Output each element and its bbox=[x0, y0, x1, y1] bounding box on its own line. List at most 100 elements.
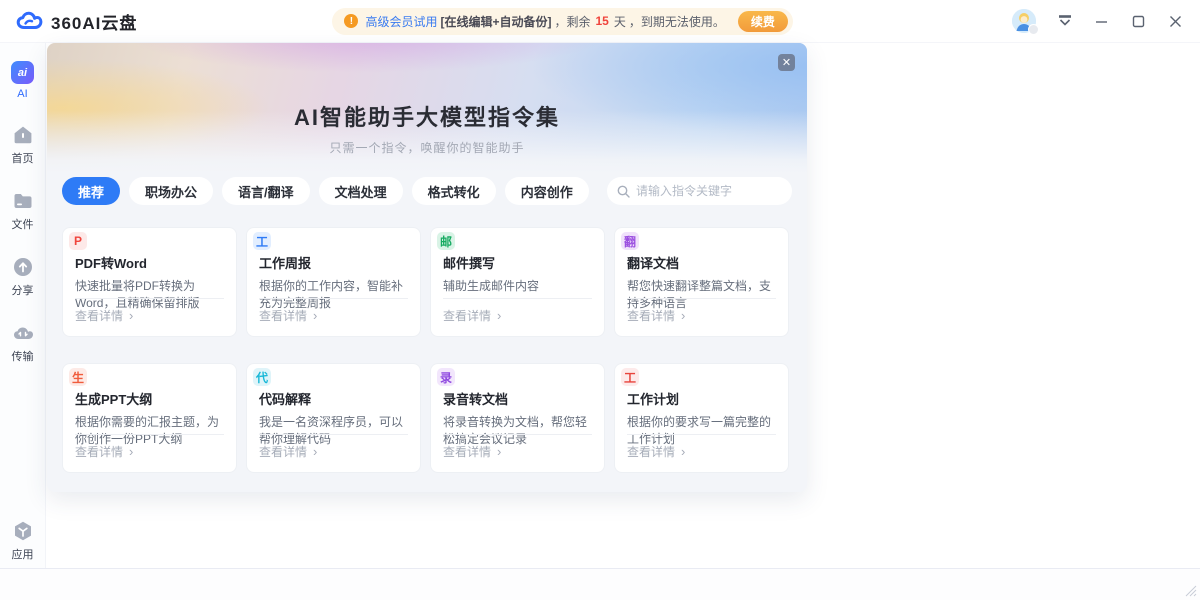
cloud-logo-icon bbox=[16, 11, 43, 32]
card-weekly-report[interactable]: 工 工作周报 根据你的工作内容，智能补充为完整周报 查看详情› bbox=[246, 227, 421, 337]
view-details-link[interactable]: 查看详情› bbox=[627, 307, 685, 324]
card-email-writing[interactable]: 邮 邮件撰写 辅助生成邮件内容 查看详情› bbox=[430, 227, 605, 337]
chevron-right-icon: › bbox=[497, 308, 501, 323]
ai-assistant-panel: AI智能助手大模型指令集 只需一个指令，唤醒你的智能助手 ✕ 推荐 职场办公 语… bbox=[47, 43, 807, 492]
card-badge: 录 bbox=[437, 368, 455, 386]
tab-format-conversion[interactable]: 格式转化 bbox=[412, 177, 496, 205]
sidebar-label: 首页 bbox=[12, 150, 34, 166]
view-details-link[interactable]: 查看详情› bbox=[259, 307, 317, 324]
card-divider bbox=[627, 298, 776, 299]
app-title: 360AI云盘 bbox=[51, 9, 137, 34]
tab-workplace[interactable]: 职场办公 bbox=[129, 177, 213, 205]
trial-link[interactable]: 高级会员试用 bbox=[365, 13, 437, 30]
card-divider bbox=[627, 434, 776, 435]
remain-prefix: ，剩余 bbox=[554, 13, 590, 30]
tray-icon[interactable] bbox=[1057, 13, 1073, 29]
panel-close-icon[interactable]: ✕ bbox=[778, 54, 795, 71]
command-card-grid: P PDF转Word 快速批量将PDF转换为Word，且精确保留排版 查看详情›… bbox=[62, 227, 789, 473]
card-ppt-outline[interactable]: 生 生成PPT大纲 根据你需要的汇报主题，为你创作一份PPT大纲 查看详情› bbox=[62, 363, 237, 473]
panel-title: AI智能助手大模型指令集 bbox=[47, 100, 807, 132]
card-badge: 代 bbox=[253, 368, 271, 386]
sidebar-item-files[interactable]: 文件 bbox=[12, 190, 34, 232]
remain-unit: 天 bbox=[614, 13, 626, 30]
search-icon bbox=[617, 185, 630, 198]
status-bar bbox=[0, 568, 1200, 600]
window-controls bbox=[1012, 9, 1184, 33]
sidebar-item-home[interactable]: 首页 bbox=[12, 124, 34, 166]
card-translate-document[interactable]: 翻 翻译文档 帮您快速翻译整篇文档，支持多种语言 查看详情› bbox=[614, 227, 789, 337]
chevron-right-icon: › bbox=[129, 308, 133, 323]
card-title: 工作周报 bbox=[259, 253, 408, 272]
view-details-link[interactable]: 查看详情› bbox=[259, 443, 317, 460]
trial-detail: [在线编辑+自动备份] bbox=[440, 13, 551, 30]
renew-button[interactable]: 续费 bbox=[738, 11, 788, 32]
app-logo: 360AI云盘 bbox=[16, 9, 137, 34]
search-input[interactable] bbox=[636, 184, 782, 198]
sidebar-label: 分享 bbox=[12, 282, 34, 298]
card-divider bbox=[75, 298, 224, 299]
card-badge: P bbox=[69, 232, 87, 250]
minimize-icon[interactable] bbox=[1094, 13, 1110, 29]
panel-banner: AI智能助手大模型指令集 只需一个指令，唤醒你的智能助手 ✕ bbox=[47, 43, 807, 173]
maximize-icon[interactable] bbox=[1131, 13, 1147, 29]
card-title: 生成PPT大纲 bbox=[75, 389, 224, 408]
card-divider bbox=[443, 434, 592, 435]
home-icon bbox=[12, 124, 34, 146]
sidebar-item-transfer[interactable]: 传输 bbox=[12, 322, 34, 364]
chevron-right-icon: › bbox=[313, 308, 317, 323]
sidebar-label: AI bbox=[17, 88, 27, 100]
card-divider bbox=[259, 298, 408, 299]
tab-document-processing[interactable]: 文档处理 bbox=[319, 177, 403, 205]
chevron-right-icon: › bbox=[129, 444, 133, 459]
card-title: 录音转文档 bbox=[443, 389, 592, 408]
view-details-link[interactable]: 查看详情› bbox=[75, 307, 133, 324]
card-badge: 工 bbox=[253, 232, 271, 250]
sidebar-item-ai[interactable]: ai AI bbox=[11, 61, 34, 100]
folder-icon bbox=[12, 190, 34, 212]
card-code-explain[interactable]: 代 代码解释 我是一名资深程序员，可以帮你理解代码 查看详情› bbox=[246, 363, 421, 473]
tab-content-creation[interactable]: 内容创作 bbox=[505, 177, 589, 205]
card-divider bbox=[75, 434, 224, 435]
card-audio-to-doc[interactable]: 录 录音转文档 将录音转换为文档，帮您轻松搞定会议记录 查看详情› bbox=[430, 363, 605, 473]
card-divider bbox=[443, 298, 592, 299]
card-badge: 生 bbox=[69, 368, 87, 386]
chevron-right-icon: › bbox=[681, 444, 685, 459]
view-details-link[interactable]: 查看详情› bbox=[75, 443, 133, 460]
remain-days: 15 bbox=[596, 14, 609, 28]
tab-language-translate[interactable]: 语言/翻译 bbox=[222, 177, 310, 205]
view-details-link[interactable]: 查看详情› bbox=[443, 443, 501, 460]
card-badge: 工 bbox=[621, 368, 639, 386]
view-details-link[interactable]: 查看详情› bbox=[443, 307, 501, 324]
resize-grip-icon[interactable] bbox=[1185, 585, 1197, 597]
search-box[interactable] bbox=[607, 177, 792, 205]
sidebar-item-share[interactable]: 分享 bbox=[12, 256, 34, 298]
share-icon bbox=[12, 256, 34, 278]
view-details-link[interactable]: 查看详情› bbox=[627, 443, 685, 460]
titlebar: 360AI云盘 ! 高级会员试用 [在线编辑+自动备份] ，剩余 15 天 ，到… bbox=[0, 0, 1200, 43]
category-toolbar: 推荐 职场办公 语言/翻译 文档处理 格式转化 内容创作 bbox=[62, 177, 792, 205]
close-icon[interactable] bbox=[1168, 13, 1184, 29]
vip-badge-icon bbox=[1028, 24, 1039, 35]
apps-icon bbox=[12, 520, 34, 542]
sidebar-label: 传输 bbox=[12, 348, 34, 364]
transfer-icon bbox=[12, 322, 34, 344]
chevron-right-icon: › bbox=[497, 444, 501, 459]
card-title: PDF转Word bbox=[75, 253, 224, 272]
sidebar-item-apps[interactable]: 应用 bbox=[12, 520, 34, 562]
card-pdf-to-word[interactable]: P PDF转Word 快速批量将PDF转换为Word，且精确保留排版 查看详情› bbox=[62, 227, 237, 337]
card-work-plan[interactable]: 工 工作计划 根据你的要求写一篇完整的工作计划 查看详情› bbox=[614, 363, 789, 473]
card-divider bbox=[259, 434, 408, 435]
card-title: 代码解释 bbox=[259, 389, 408, 408]
user-avatar[interactable] bbox=[1012, 9, 1036, 33]
membership-banner: ! 高级会员试用 [在线编辑+自动备份] ，剩余 15 天 ，到期无法使用。 续… bbox=[332, 8, 792, 35]
card-title: 邮件撰写 bbox=[443, 253, 592, 272]
ai-icon: ai bbox=[11, 61, 34, 84]
panel-subtitle: 只需一个指令，唤醒你的智能助手 bbox=[47, 139, 807, 156]
card-title: 工作计划 bbox=[627, 389, 776, 408]
chevron-right-icon: › bbox=[313, 444, 317, 459]
tab-recommended[interactable]: 推荐 bbox=[62, 177, 120, 205]
app-window: 360AI云盘 ! 高级会员试用 [在线编辑+自动备份] ，剩余 15 天 ，到… bbox=[0, 0, 1200, 600]
card-description: 辅助生成邮件内容 bbox=[443, 278, 592, 295]
chevron-right-icon: › bbox=[681, 308, 685, 323]
sidebar-label: 文件 bbox=[12, 216, 34, 232]
